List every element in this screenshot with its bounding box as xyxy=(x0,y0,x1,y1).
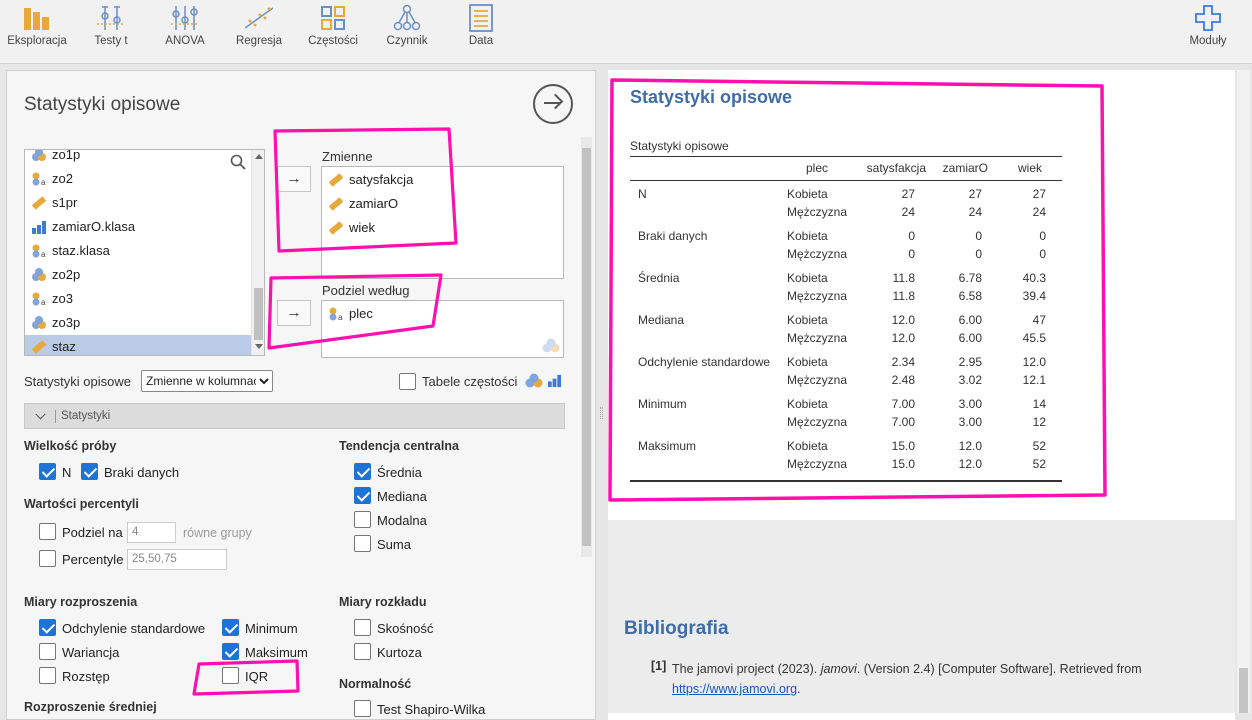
panel-resize-handle[interactable] xyxy=(600,407,603,419)
eksploracja-label: Eksploracja xyxy=(7,35,67,47)
t-test-icon xyxy=(97,6,125,30)
factor-icon xyxy=(393,4,421,31)
czynnik-button[interactable]: Czynnik xyxy=(370,0,444,64)
anova-button[interactable]: ANOVA xyxy=(148,0,222,64)
plus-icon xyxy=(1195,5,1221,31)
regresja-button[interactable]: Regresja xyxy=(222,0,296,64)
anova-label: ANOVA xyxy=(165,35,205,47)
bib-text: The jamovi project (2023). xyxy=(672,662,821,676)
bibliography-number: [1] xyxy=(651,659,667,673)
regression-icon xyxy=(245,7,273,29)
highlight-annotation xyxy=(192,127,458,696)
jamovi-link[interactable]: https://www.jamovi.org xyxy=(672,682,797,696)
testy-t-label: Testy t xyxy=(94,35,128,47)
bib-italic: jamovi xyxy=(820,662,857,676)
anova-icon xyxy=(171,6,199,30)
highlight-annotation xyxy=(608,78,1107,502)
moduly-button[interactable]: Moduły xyxy=(1171,0,1245,64)
results-scrollbar[interactable] xyxy=(1237,70,1250,713)
testy-t-button[interactable]: Testy t xyxy=(74,0,148,64)
frequencies-icon xyxy=(321,6,345,30)
data-label: Data xyxy=(468,35,494,47)
czynnik-label: Czynnik xyxy=(386,35,428,47)
ribbon-toolbar: Eksploracja Testy t ANOVA Regresja Częst… xyxy=(0,0,1252,64)
czestosci-button[interactable]: Częstości xyxy=(296,0,370,64)
eksploracja-button[interactable]: Eksploracja xyxy=(0,0,74,64)
bibliography-title: Bibliografia xyxy=(624,618,729,639)
options-panel: Statystyki opisowe zo1p a zo2 s1pr zamia… xyxy=(6,70,596,720)
scroll-thumb[interactable] xyxy=(1239,668,1248,713)
bib-text: . (Version 2.4) [Computer Software]. Ret… xyxy=(856,662,1142,676)
czestosci-label: Częstości xyxy=(308,35,358,47)
data-button[interactable]: Data xyxy=(444,0,518,64)
bibliography-entry: The jamovi project (2023). jamovi. (Vers… xyxy=(672,659,1192,699)
moduly-label: Moduły xyxy=(1189,35,1227,47)
bar-chart-icon xyxy=(24,8,49,30)
regresja-label: Regresja xyxy=(235,35,283,47)
data-icon xyxy=(469,4,493,32)
bib-text: . xyxy=(797,682,801,696)
